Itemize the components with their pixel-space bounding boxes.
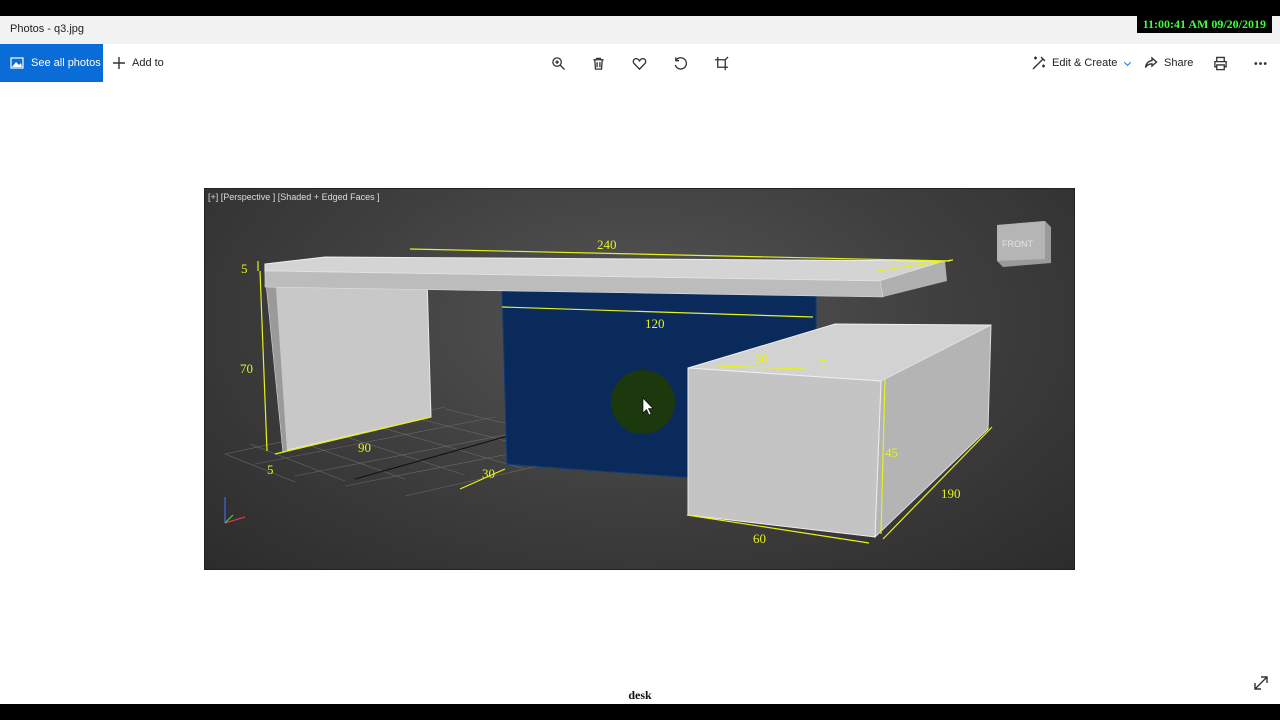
toolbar: See all photos Add to Edit & Create Shar… <box>0 44 1280 82</box>
more-icon[interactable] <box>1251 54 1269 72</box>
edit-create-icon <box>1032 56 1046 70</box>
edit-create-label: Edit & Create <box>1052 57 1118 69</box>
photo-icon <box>10 57 24 69</box>
dim-label-cabinet-height: 45 <box>885 445 898 460</box>
view-cube[interactable]: FRONT <box>997 221 1051 267</box>
rotate-icon[interactable] <box>671 54 689 72</box>
print-icon[interactable] <box>1211 54 1229 72</box>
see-all-photos-button[interactable]: See all photos <box>0 44 103 82</box>
chevron-down-icon <box>1123 59 1132 68</box>
add-to-label: Add to <box>132 57 164 69</box>
cabinet-front <box>687 367 882 538</box>
dim-label-leg-thickness: 5 <box>267 462 274 477</box>
fullscreen-expand-icon[interactable] <box>1252 674 1270 692</box>
dim-label-grid-offset: 30 <box>482 466 495 481</box>
window-title: Photos - q3.jpg <box>10 23 84 35</box>
crop-icon[interactable] <box>712 54 730 72</box>
screen-top-bar <box>0 0 1280 16</box>
recording-timestamp: 11:00:41 AM 09/20/2019 <box>1136 16 1272 33</box>
share-icon <box>1144 56 1158 70</box>
delete-icon[interactable] <box>589 54 607 72</box>
viewcube-label: FRONT <box>1002 239 1033 249</box>
photo-viewport-image[interactable]: 240 5 70 90 5 30 120 30 5 45 60 190 FRON… <box>204 188 1075 570</box>
dim-label-cabinet-width: 60 <box>753 531 766 546</box>
favorite-heart-icon[interactable] <box>630 54 648 72</box>
plus-icon <box>112 56 126 70</box>
title-bar: Photos - q3.jpg ✕ <box>0 16 1280 44</box>
zoom-in-icon[interactable] <box>549 54 567 72</box>
dim-label-cabinet-gap: 5 <box>820 356 827 371</box>
dim-label-leg-depth: 90 <box>358 440 371 455</box>
see-all-photos-label: See all photos <box>31 57 101 69</box>
dim-label-leg-height: 70 <box>240 361 253 376</box>
viewport-mode-label[interactable]: [+] [Perspective ] [Shaded + Edged Faces… <box>208 192 380 202</box>
dim-label-top-thickness: 5 <box>241 261 248 276</box>
share-label: Share <box>1164 57 1194 69</box>
photos-app-window: Photos - q3.jpg ✕ See all photos Add to <box>0 16 1280 704</box>
dim-label-cabinet-length: 190 <box>941 486 961 501</box>
dim-label-cabinet-top-depth: 30 <box>755 351 768 366</box>
left-leg-front <box>264 270 432 452</box>
dim-label-top-width: 240 <box>597 237 617 252</box>
add-to-button[interactable]: Add to <box>112 44 164 82</box>
slide-caption: desk <box>628 688 652 702</box>
share-button[interactable]: Share <box>1144 44 1193 82</box>
desk-3d-render: 240 5 70 90 5 30 120 30 5 45 60 190 FRON… <box>224 221 1051 546</box>
dim-label-panel-width: 120 <box>645 316 665 331</box>
axis-tripod-icon <box>224 497 246 524</box>
edit-create-button[interactable]: Edit & Create <box>1032 44 1132 82</box>
